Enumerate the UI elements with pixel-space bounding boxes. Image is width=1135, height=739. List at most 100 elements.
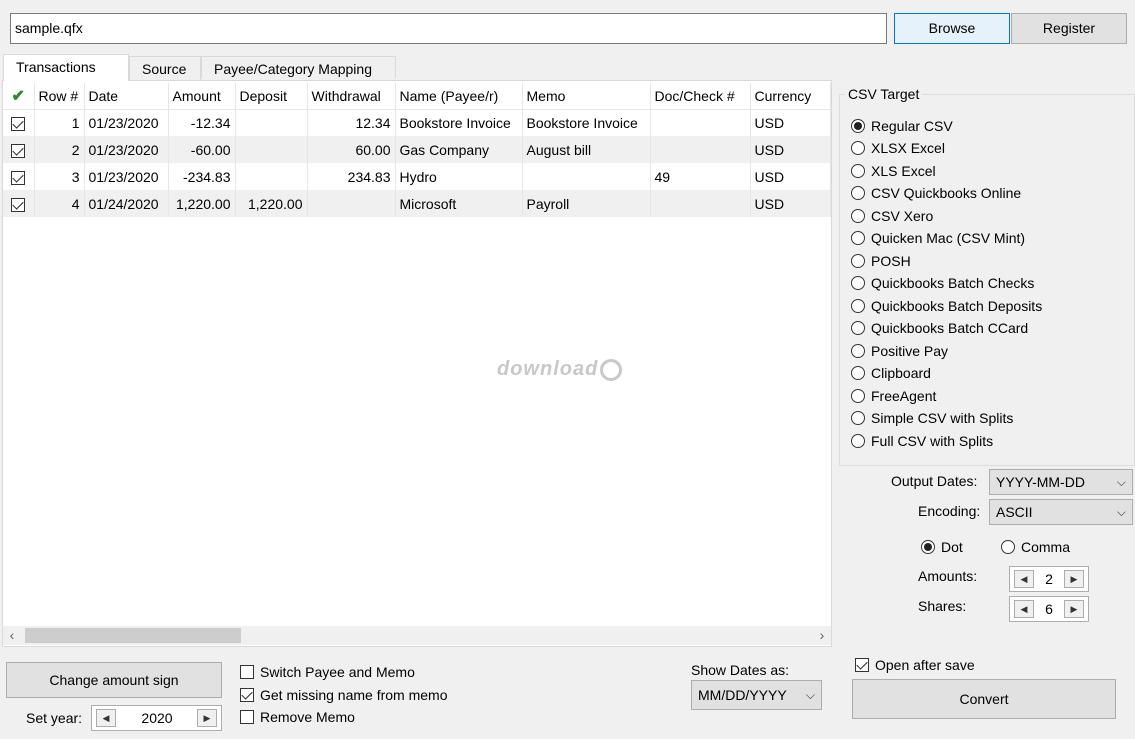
radio-decimal-comma[interactable]: Comma [1001, 538, 1070, 558]
cell-memo[interactable] [522, 163, 651, 190]
cell-currency[interactable]: USD [750, 136, 831, 163]
decrement-arrow-icon[interactable]: ◀ [1014, 570, 1034, 588]
checkbox-icon[interactable] [240, 665, 254, 679]
col-header-currency[interactable]: Currency [750, 83, 831, 110]
cell-doc[interactable] [650, 136, 751, 163]
cell-memo[interactable]: Bookstore Invoice [522, 109, 651, 136]
radio-button-icon[interactable] [851, 186, 865, 200]
show-dates-select[interactable]: MM/DD/YYYY ⌵ [691, 680, 822, 710]
col-header-date[interactable]: Date [84, 83, 169, 110]
table-row[interactable]: 1 01/23/2020 -12.34 12.34 Bookstore Invo… [3, 109, 831, 136]
radio-csv-quickbooks-online[interactable]: CSV Quickbooks Online [851, 184, 1021, 204]
radio-qb-batch-checks[interactable]: Quickbooks Batch Checks [851, 274, 1034, 294]
cell-amount[interactable]: -12.34 [168, 109, 236, 136]
radio-button-icon[interactable] [851, 164, 865, 178]
amounts-stepper[interactable]: ◀ 2 ▶ [1009, 566, 1089, 592]
radio-button-icon[interactable] [851, 366, 865, 380]
cell-withdrawal[interactable]: 60.00 [307, 136, 396, 163]
select-all-header[interactable]: ✔ [3, 83, 35, 110]
register-button[interactable]: Register [1011, 13, 1127, 44]
cell-name[interactable]: Microsoft [395, 190, 523, 217]
remove-memo-checkbox[interactable]: Remove Memo [240, 708, 355, 726]
table-row[interactable]: 2 01/23/2020 -60.00 60.00 Gas Company Au… [3, 136, 831, 163]
col-header-deposit[interactable]: Deposit [235, 83, 308, 110]
cell-date[interactable]: 01/23/2020 [84, 109, 169, 136]
radio-quicken-mac[interactable]: Quicken Mac (CSV Mint) [851, 229, 1025, 249]
change-amount-sign-button[interactable]: Change amount sign [6, 662, 222, 698]
cell-doc[interactable] [650, 109, 751, 136]
radio-decimal-dot[interactable]: Dot [921, 538, 963, 558]
radio-posh[interactable]: POSH [851, 252, 911, 272]
col-header-doc-check[interactable]: Doc/Check # [650, 83, 751, 110]
radio-button-icon[interactable] [851, 321, 865, 335]
radio-button-icon[interactable] [851, 254, 865, 268]
shares-stepper[interactable]: ◀ 6 ▶ [1009, 596, 1089, 622]
radio-button-icon[interactable] [921, 540, 935, 554]
set-year-stepper[interactable]: ◀ 2020 ▶ [91, 705, 222, 731]
cell-currency[interactable]: USD [750, 163, 831, 190]
shares-value[interactable]: 6 [1036, 597, 1062, 621]
increment-arrow-icon[interactable]: ▶ [1064, 570, 1084, 588]
row-checkbox[interactable] [11, 170, 26, 185]
tab-payee-category-mapping[interactable]: Payee/Category Mapping [201, 56, 396, 78]
cell-date[interactable]: 01/23/2020 [84, 163, 169, 190]
increment-arrow-icon[interactable]: ▶ [1064, 600, 1084, 618]
cell-doc[interactable] [650, 190, 751, 217]
col-header-withdrawal[interactable]: Withdrawal [307, 83, 396, 110]
output-dates-select[interactable]: YYYY-MM-DD ⌵ [989, 469, 1133, 495]
radio-button-icon[interactable] [851, 209, 865, 223]
cell-deposit[interactable]: 1,220.00 [235, 190, 308, 217]
checkbox-icon[interactable] [855, 658, 869, 672]
radio-simple-csv-splits[interactable]: Simple CSV with Splits [851, 409, 1013, 429]
decrement-arrow-icon[interactable]: ◀ [96, 709, 116, 727]
cell-currency[interactable]: USD [750, 190, 831, 217]
checkbox-icon[interactable] [240, 688, 254, 702]
table-row[interactable]: 3 01/23/2020 -234.83 234.83 Hydro 49 USD [3, 163, 831, 190]
scrollbar-thumb[interactable] [25, 628, 241, 643]
tab-transactions[interactable]: Transactions (4) [3, 54, 129, 81]
radio-button-icon[interactable] [851, 299, 865, 313]
scroll-right-icon[interactable]: › [813, 626, 831, 645]
radio-button-icon[interactable] [851, 119, 865, 133]
radio-button-icon[interactable] [851, 389, 865, 403]
cell-withdrawal[interactable]: 234.83 [307, 163, 396, 190]
cell-date[interactable]: 01/23/2020 [84, 136, 169, 163]
radio-regular-csv[interactable]: Regular CSV [851, 117, 953, 137]
decrement-arrow-icon[interactable]: ◀ [1014, 600, 1034, 618]
browse-button[interactable]: Browse [894, 13, 1010, 44]
radio-button-icon[interactable] [851, 276, 865, 290]
radio-csv-xero[interactable]: CSV Xero [851, 207, 933, 227]
cell-name[interactable]: Hydro [395, 163, 523, 190]
increment-arrow-icon[interactable]: ▶ [197, 709, 217, 727]
get-missing-name-checkbox[interactable]: Get missing name from memo [240, 686, 448, 704]
scroll-left-icon[interactable]: ‹ [3, 626, 21, 645]
cell-doc[interactable]: 49 [650, 163, 751, 190]
cell-deposit[interactable] [235, 136, 308, 163]
cell-name[interactable]: Gas Company [395, 136, 523, 163]
transactions-grid[interactable]: ✔ Row # Date Amount Deposit Withdrawal N… [2, 80, 832, 647]
amounts-value[interactable]: 2 [1036, 567, 1062, 591]
radio-clipboard[interactable]: Clipboard [851, 364, 931, 384]
radio-freeagent[interactable]: FreeAgent [851, 387, 936, 407]
cell-name[interactable]: Bookstore Invoice [395, 109, 523, 136]
set-year-value[interactable]: 2020 [120, 706, 194, 730]
radio-button-icon[interactable] [1001, 540, 1015, 554]
row-checkbox[interactable] [11, 116, 26, 131]
radio-xlsx-excel[interactable]: XLSX Excel [851, 139, 945, 159]
row-checkbox[interactable] [11, 197, 26, 212]
radio-button-icon[interactable] [851, 411, 865, 425]
table-row[interactable]: 4 01/24/2020 1,220.00 1,220.00 Microsoft… [3, 190, 831, 217]
radio-button-icon[interactable] [851, 344, 865, 358]
col-header-amount[interactable]: Amount [168, 83, 236, 110]
tab-source[interactable]: Source [129, 56, 201, 80]
convert-button[interactable]: Convert [852, 679, 1116, 719]
encoding-select[interactable]: ASCII ⌵ [989, 499, 1133, 525]
radio-button-icon[interactable] [851, 231, 865, 245]
horizontal-scrollbar[interactable]: ‹ › [3, 626, 831, 645]
cell-date[interactable]: 01/24/2020 [84, 190, 169, 217]
cell-memo[interactable]: Payroll [522, 190, 651, 217]
cell-currency[interactable]: USD [750, 109, 831, 136]
cell-deposit[interactable] [235, 109, 308, 136]
row-checkbox[interactable] [11, 143, 26, 158]
open-after-save-checkbox[interactable]: Open after save [855, 656, 975, 674]
